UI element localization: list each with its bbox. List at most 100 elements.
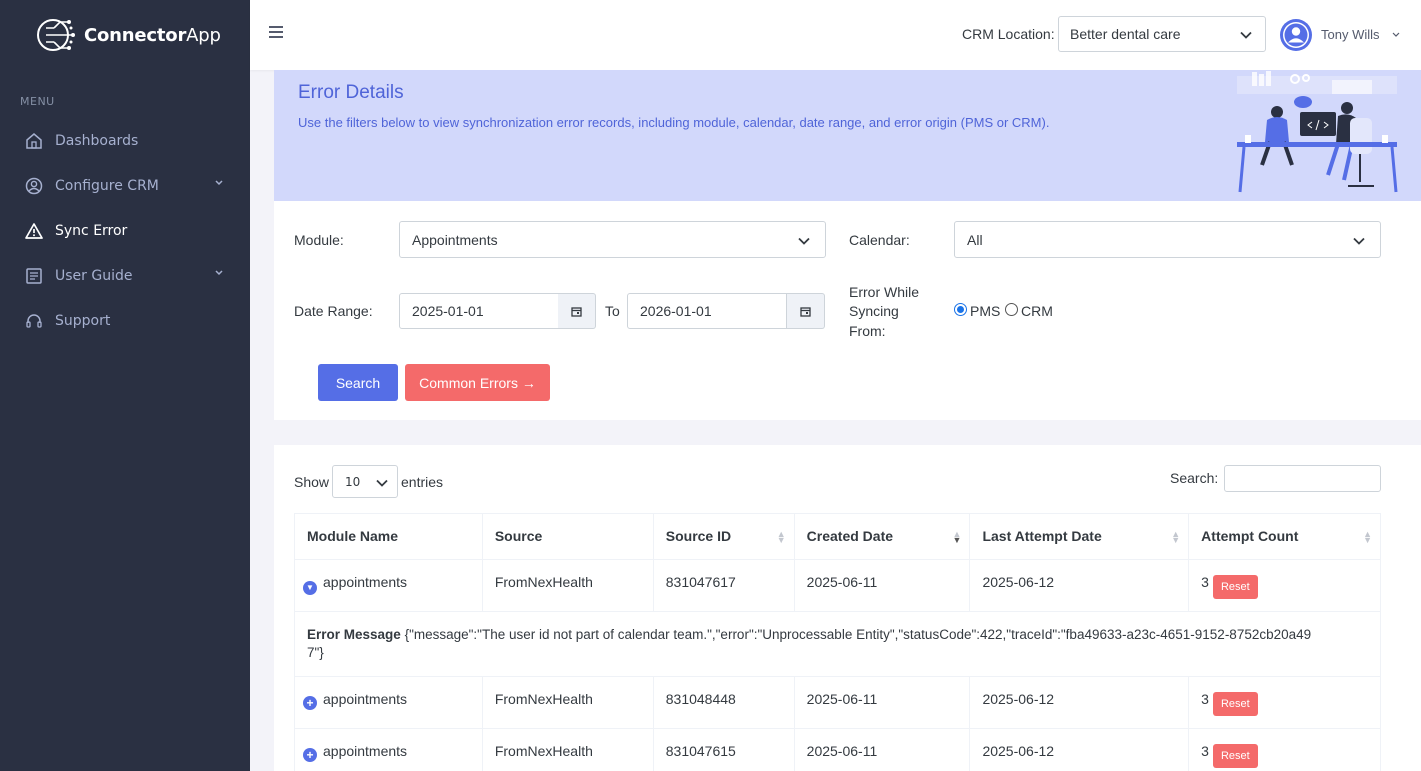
chevron-down-icon — [1240, 31, 1252, 39]
filter-card: Module: Appointments Calendar: All Date … — [274, 201, 1421, 420]
error-origin-label-line1: Error While — [849, 284, 920, 300]
reset-button[interactable]: Reset — [1212, 692, 1258, 716]
sidebar-item-label: Configure CRM — [55, 177, 159, 194]
column-header-source[interactable]: Source — [481, 513, 654, 560]
last-attempt-date-cell: 2025-06-12 — [969, 559, 1190, 612]
error-origin-label-line3: From: — [849, 323, 886, 339]
source-cell: FromNexHealth — [481, 728, 654, 771]
chevron-down-icon — [376, 479, 388, 487]
module-name-cell: ▼ appointments — [294, 559, 483, 612]
entries-label: entries — [401, 474, 444, 490]
error-message-text-line2: 7"} — [307, 645, 324, 660]
sidebar-item-label: User Guide — [55, 267, 133, 284]
attempt-count-cell: 3 Reset — [1188, 728, 1381, 771]
chevron-down-icon — [215, 270, 223, 276]
errors-table: Module Name Source Source ID ▲ ▼ Created D… — [294, 513, 1381, 771]
crm-location-label: CRM Location: — [962, 26, 1055, 42]
date-from-input[interactable]: 2025-01-01 — [399, 293, 559, 329]
error-origin-label-line2: Syncing — [849, 303, 899, 319]
table-row: + appointments FromNexHealth 831048448 20… — [294, 676, 1381, 729]
crm-radio[interactable] — [1005, 303, 1018, 316]
last-attempt-date-cell: 2025-06-12 — [969, 676, 1190, 729]
calendar-value: All — [967, 232, 983, 248]
search-button[interactable]: Search — [318, 364, 398, 401]
reset-button[interactable]: Reset — [1212, 744, 1258, 768]
table-header-row: Module Name Source Source ID ▲ ▼ Created D… — [294, 513, 1381, 560]
source-cell: FromNexHealth — [481, 676, 654, 729]
date-from-calendar-button[interactable] — [558, 293, 596, 329]
calendar-icon — [571, 306, 582, 317]
column-header-module-name[interactable]: Module Name — [294, 513, 483, 560]
reset-button[interactable]: Reset — [1212, 575, 1258, 599]
sidebar-item-support[interactable]: Support — [0, 298, 250, 343]
menu-title: MENU — [20, 95, 55, 108]
created-date-cell: 2025-06-11 — [793, 728, 971, 771]
module-name-cell: + appointments — [294, 676, 483, 729]
sidebar-item-sync-error[interactable]: Sync Error — [0, 208, 250, 253]
sidebar-item-configure-crm[interactable]: Configure CRM — [0, 163, 250, 208]
sidebar: ConnectorApp MENU Dashboards Configure C… — [0, 0, 250, 771]
sidebar-item-dashboards[interactable]: Dashboards — [0, 118, 250, 163]
home-icon — [24, 131, 44, 151]
date-range-label: Date Range: — [294, 303, 373, 319]
date-to-input[interactable]: 2026-01-01 — [627, 293, 787, 329]
page-banner: Error Details Use the filters below to v… — [274, 70, 1421, 201]
sidebar-item-user-guide[interactable]: User Guide — [0, 253, 250, 298]
brand-name: ConnectorApp — [84, 24, 221, 46]
date-to-calendar-button[interactable] — [787, 293, 825, 329]
errors-table-card: Show 10 entries Search: Module Name Sour… — [274, 445, 1421, 771]
sidebar-item-label: Sync Error — [55, 222, 128, 239]
source-id-cell: 831048448 — [652, 676, 795, 729]
sort-icon: ▲ ▼ — [1363, 529, 1372, 545]
hamburger-menu-icon[interactable] — [268, 24, 284, 40]
warning-icon — [24, 221, 44, 241]
crm-location-value: Better dental care — [1070, 26, 1181, 42]
sort-desc-icon: ▲ ▼ — [952, 529, 962, 545]
chevron-down-icon — [798, 237, 810, 245]
brand[interactable]: ConnectorApp — [0, 0, 250, 70]
chevron-down-icon — [1353, 237, 1365, 245]
column-header-created-date[interactable]: Created Date ▲ ▼ — [793, 513, 971, 560]
headset-icon — [24, 311, 44, 331]
calendar-icon — [800, 306, 811, 317]
source-id-cell: 831047615 — [652, 728, 795, 771]
created-date-cell: 2025-06-11 — [793, 676, 971, 729]
calendar-label: Calendar: — [849, 232, 910, 248]
column-header-last-attempt-date[interactable]: Last Attempt Date ▲ ▼ — [969, 513, 1190, 560]
user-name[interactable]: Tony Wills — [1321, 27, 1380, 42]
error-message-row: Error Message {"message":"The user id no… — [294, 611, 1381, 677]
pms-radio[interactable] — [954, 303, 967, 316]
last-attempt-date-cell: 2025-06-12 — [969, 728, 1190, 771]
table-row: + appointments FromNexHealth 831047615 20… — [294, 728, 1381, 771]
module-label: Module: — [294, 232, 344, 248]
source-id-cell: 831047617 — [652, 559, 795, 612]
common-errors-button[interactable]: Common Errors → — [405, 364, 550, 401]
expand-row-icon[interactable]: + — [303, 696, 317, 710]
column-header-attempt-count[interactable]: Attempt Count ▲ ▼ — [1188, 513, 1381, 560]
entries-per-page-value: 10 — [345, 475, 361, 489]
table-search-input[interactable] — [1224, 465, 1381, 492]
module-name-cell: + appointments — [294, 728, 483, 771]
expand-row-icon[interactable]: + — [303, 748, 317, 762]
chevron-down-icon[interactable] — [1392, 31, 1400, 39]
page-title: Error Details — [298, 82, 404, 103]
show-label: Show — [294, 474, 330, 490]
crm-location-select[interactable]: Better dental care — [1058, 16, 1266, 52]
collapse-row-icon[interactable]: ▼ — [303, 580, 317, 595]
crm-radio-label[interactable]: CRM — [1021, 303, 1053, 319]
column-header-source-id[interactable]: Source ID ▲ ▼ — [652, 513, 795, 560]
pms-radio-label[interactable]: PMS — [970, 303, 1000, 319]
user-circle-icon — [24, 176, 44, 196]
attempt-count-cell: 3 Reset — [1188, 559, 1381, 612]
entries-per-page-select[interactable]: 10 — [332, 465, 398, 498]
source-cell: FromNexHealth — [481, 559, 654, 612]
to-label: To — [605, 303, 620, 319]
user-avatar-icon[interactable] — [1280, 19, 1312, 51]
module-select[interactable]: Appointments — [399, 221, 826, 258]
sidebar-item-label: Dashboards — [55, 132, 139, 149]
error-message-label: Error Message — [307, 627, 401, 642]
calendar-select[interactable]: All — [954, 221, 1381, 258]
sidebar-item-label: Support — [55, 312, 111, 329]
sort-icon: ▲ ▼ — [1171, 529, 1181, 545]
error-message-text-line1: {"message":"The user id not part of cale… — [404, 627, 1312, 642]
